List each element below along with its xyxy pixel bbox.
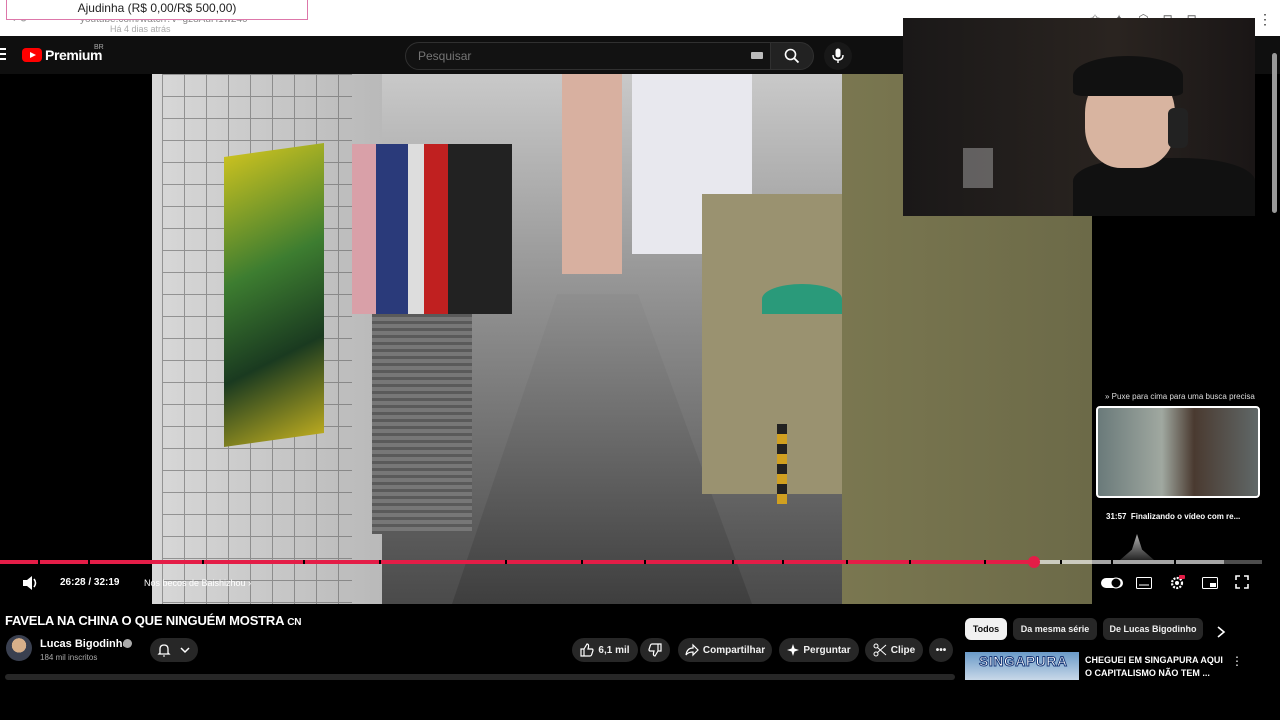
search-input[interactable]: [416, 48, 720, 64]
chip-all[interactable]: Todos: [965, 618, 1007, 640]
keyboard-icon[interactable]: [751, 52, 763, 59]
sparkle-icon: [787, 644, 800, 656]
like-count: 6,1 mil: [598, 644, 630, 656]
umbrella: [762, 284, 842, 314]
clip-label: Clipe: [890, 644, 916, 656]
like-button[interactable]: 6,1 mil: [572, 638, 638, 662]
microphone-icon: [832, 48, 844, 63]
background-lamp: [963, 148, 993, 188]
share-label: Compartilhar: [702, 644, 766, 656]
notification-bell-button[interactable]: [150, 638, 198, 662]
chapter-marker: [378, 560, 381, 564]
chevron-down-icon: [180, 647, 190, 654]
chapter-title[interactable]: Nos becos de Baishizhou ›: [144, 578, 251, 588]
miniplayer-icon[interactable]: [1202, 575, 1222, 591]
chapter-marker: [1060, 560, 1063, 564]
streamer-webcam: [903, 18, 1255, 216]
settings-gear-icon[interactable]: [1169, 575, 1189, 591]
thumbs-down-icon: [648, 643, 662, 657]
chapter-marker: [731, 560, 734, 564]
flag-label: CN: [287, 617, 302, 628]
volume-icon[interactable]: [22, 575, 40, 591]
donation-goal-overlay: Ajudinha (R$ 0,00/R$ 500,00): [6, 0, 308, 20]
chapter-marker: [1173, 560, 1176, 564]
chapter-marker: [1110, 560, 1113, 564]
related-video-thumbnail[interactable]: SINGAPURA: [965, 652, 1079, 680]
seek-preview-thumbnail: [1096, 406, 1260, 498]
most-replayed-heatmap: [1120, 534, 1154, 560]
ask-button[interactable]: Perguntar: [779, 638, 859, 662]
chapter-marker: [782, 560, 785, 564]
chip-same-series[interactable]: Da mesma série: [1013, 618, 1097, 640]
chapter-marker: [88, 560, 91, 564]
autoplay-toggle[interactable]: [1101, 575, 1123, 591]
scissors-icon: [873, 643, 887, 657]
channel-name[interactable]: Lucas Bigodinho: [40, 638, 129, 650]
related-more-icon[interactable]: ⋮: [1231, 654, 1243, 668]
time-display: 26:28 / 32:19: [60, 577, 120, 588]
chip-from-channel[interactable]: De Lucas Bigodinho: [1103, 618, 1203, 640]
video-title: FAVELA NA CHINA O QUE NINGUÉM MOSTRA CN: [5, 613, 302, 628]
thumbs-up-icon: [580, 643, 595, 657]
clip-button[interactable]: Clipe: [865, 638, 923, 662]
more-horizontal-icon: •••: [935, 644, 947, 656]
voice-search-button[interactable]: [824, 42, 852, 70]
progress-bar[interactable]: [0, 556, 1262, 568]
chapter-marker: [643, 560, 646, 564]
hanging-clothes: [352, 144, 512, 314]
pink-building: [562, 74, 622, 274]
verified-badge-icon: [123, 639, 132, 648]
search-icon: [784, 48, 800, 64]
youtube-logo-icon[interactable]: [22, 48, 42, 62]
chapter-marker: [580, 560, 583, 564]
related-video-title[interactable]: CHEGUEI EM SINGAPURA AQUI O CAPITALISMO …: [1085, 654, 1225, 680]
channel-avatar[interactable]: [6, 635, 32, 661]
chevron-right-icon[interactable]: [1216, 626, 1226, 638]
subtitles-icon[interactable]: [1136, 575, 1156, 591]
chapter-marker: [37, 560, 40, 564]
chapter-marker: [302, 560, 305, 564]
address-bar-subtitle: Há 4 dias atrás: [110, 24, 171, 34]
search-button[interactable]: [770, 42, 814, 70]
country-code: BR: [94, 44, 104, 51]
bell-icon: [157, 644, 171, 657]
share-button[interactable]: Compartilhar: [678, 638, 772, 662]
description-box[interactable]: [5, 674, 955, 680]
scrub-hint: » Puxe para cima para uma busca precisa: [1105, 392, 1255, 401]
ask-label: Perguntar: [803, 644, 851, 656]
chapter-marker: [984, 560, 987, 564]
page-scrollbar[interactable]: [1270, 45, 1278, 680]
share-icon: [685, 643, 699, 657]
kebab-menu-icon[interactable]: ⋮: [1258, 11, 1272, 28]
streamer: [1073, 38, 1255, 216]
related-thumbnail-text: SINGAPURA: [979, 653, 1068, 670]
dislike-button[interactable]: [640, 638, 670, 662]
chapter-marker: [908, 560, 911, 564]
seek-preview-label: 31:57 Finalizando o vídeo com re...: [1106, 512, 1241, 521]
bollard: [777, 424, 787, 504]
headset-icon: [1168, 108, 1188, 148]
scrubber-knob[interactable]: [1027, 556, 1040, 568]
chapter-marker: [504, 560, 507, 564]
fullscreen-icon[interactable]: [1235, 575, 1255, 591]
played-bar: [0, 560, 1034, 564]
more-actions-button[interactable]: •••: [929, 638, 953, 662]
chapter-marker: [201, 560, 204, 564]
chapter-marker: [845, 560, 848, 564]
wall-poster: [224, 142, 324, 448]
hamburger-menu-icon[interactable]: [0, 45, 10, 60]
subscriber-count: 184 mil inscritos: [40, 653, 98, 662]
